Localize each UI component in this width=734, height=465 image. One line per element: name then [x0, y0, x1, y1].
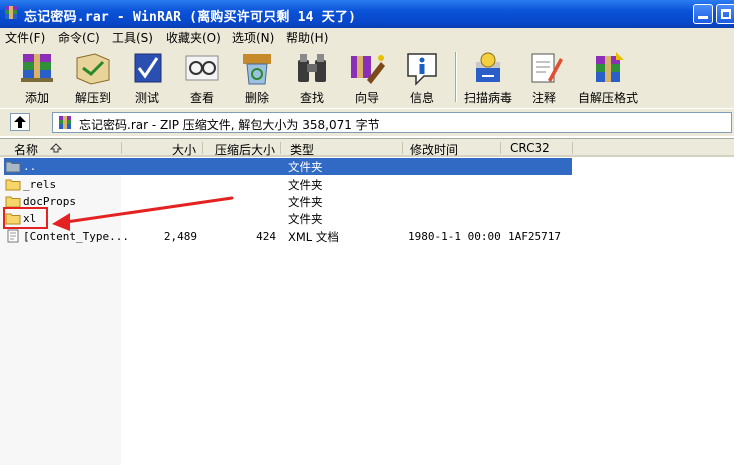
row-modified: 1980-1-1 00:00 — [408, 230, 501, 243]
archive-path-field[interactable]: 忘记密码.rar - ZIP 压缩文件, 解包大小为 358,071 字节 — [52, 112, 732, 133]
row-type: XML 文档 — [288, 230, 339, 244]
header-packed-size[interactable]: 压缩后大小 — [215, 141, 275, 158]
header-modified[interactable]: 修改时间 — [410, 141, 458, 158]
list-row-parent[interactable]: .. 文件夹 — [0, 158, 734, 175]
header-divider — [500, 142, 501, 154]
header-divider — [402, 142, 403, 154]
add-archive-icon — [21, 54, 53, 82]
rar-archive-icon — [59, 116, 71, 129]
up-arrow-icon — [14, 116, 26, 128]
wizard-icon — [351, 55, 385, 84]
row-name: .. — [23, 160, 37, 173]
info-label: 信息 — [409, 91, 434, 105]
sfx-button[interactable]: 自解压格式 — [578, 48, 638, 106]
minimize-button[interactable] — [693, 4, 713, 24]
header-divider — [280, 142, 281, 154]
file-list: 名称 大小 压缩后大小 类型 修改时间 CRC32 .. 文件夹 _rels 文… — [0, 138, 734, 465]
row-crc32: 1AF25717 — [508, 230, 561, 243]
header-name[interactable]: 名称 — [14, 141, 38, 158]
header-size[interactable]: 大小 — [172, 141, 196, 158]
annotation-highlight-box — [3, 207, 48, 229]
test-icon — [134, 53, 162, 83]
find-binoculars-icon — [298, 54, 326, 82]
folder-icon — [5, 161, 21, 173]
folder-icon — [5, 196, 21, 208]
list-header: 名称 大小 压缩后大小 类型 修改时间 CRC32 — [0, 139, 734, 157]
menu-bar: 文件(F) 命令(C) 工具(S) 收藏夹(O) 选项(N) 帮助(H) — [0, 28, 734, 46]
row-size: 2,489 — [163, 230, 197, 243]
sfx-label: 自解压格式 — [577, 91, 638, 105]
archive-path-text: 忘记密码.rar - ZIP 压缩文件, 解包大小为 358,071 字节 — [79, 118, 380, 132]
row-type: 文件夹 — [288, 212, 323, 226]
row-name: [Content_Type... — [23, 230, 129, 243]
menu-commands[interactable]: 命令(C) — [58, 29, 100, 46]
extract-to-icon — [76, 53, 110, 85]
info-button[interactable]: 信息 — [394, 48, 450, 106]
list-row-rels[interactable]: _rels 文件夹 — [0, 176, 734, 193]
xml-file-icon — [7, 229, 19, 243]
menu-options[interactable]: 选项(N) — [232, 29, 274, 46]
view-glasses-icon — [185, 55, 219, 81]
minimize-icon — [698, 16, 708, 19]
row-type: 文件夹 — [288, 178, 323, 192]
sort-up-icon — [50, 143, 62, 153]
maximize-icon — [721, 9, 731, 19]
delete-recycle-icon — [243, 54, 271, 85]
list-row-docprops[interactable]: docProps 文件夹 — [0, 193, 734, 210]
address-bar: 忘记密码.rar - ZIP 压缩文件, 解包大小为 358,071 字节 — [0, 109, 734, 136]
header-crc32[interactable]: CRC32 — [510, 141, 550, 155]
sfx-icon — [596, 52, 624, 82]
list-row-content-types[interactable]: [Content_Type... 2,489 424 XML 文档 1980-1… — [0, 228, 734, 245]
maximize-button[interactable] — [716, 4, 734, 24]
row-name: _rels — [23, 178, 57, 191]
menu-help[interactable]: 帮助(H) — [286, 29, 328, 46]
up-folder-button[interactable] — [10, 113, 30, 131]
header-divider — [121, 142, 122, 154]
window-title: 忘记密码.rar - WinRAR (离购买许可只剩 14 天了) — [24, 10, 357, 25]
header-divider — [572, 142, 573, 154]
list-row-xl[interactable]: xl 文件夹 — [0, 210, 734, 227]
virus-scan-icon — [476, 52, 500, 82]
info-icon — [407, 53, 437, 86]
menu-tools[interactable]: 工具(S) — [112, 29, 153, 46]
title-bar: 忘记密码.rar - WinRAR (离购买许可只剩 14 天了) — [0, 0, 734, 28]
header-type[interactable]: 类型 — [290, 141, 314, 158]
folder-icon — [5, 179, 21, 191]
row-type: 文件夹 — [288, 160, 323, 174]
menu-favorites[interactable]: 收藏夹(O) — [166, 29, 221, 46]
winrar-app-icon — [5, 6, 17, 19]
menu-file[interactable]: 文件(F) — [5, 29, 45, 46]
row-type: 文件夹 — [288, 195, 323, 209]
comment-icon — [531, 53, 563, 83]
row-packed-size: 424 — [256, 230, 276, 243]
comment-button[interactable]: 注释 — [516, 48, 572, 106]
toolbar: 添加 解压到 测试 查看 删除 查找 向导 信息 扫描病毒 注释 自解压格式 — [0, 46, 734, 109]
header-divider — [202, 142, 203, 154]
